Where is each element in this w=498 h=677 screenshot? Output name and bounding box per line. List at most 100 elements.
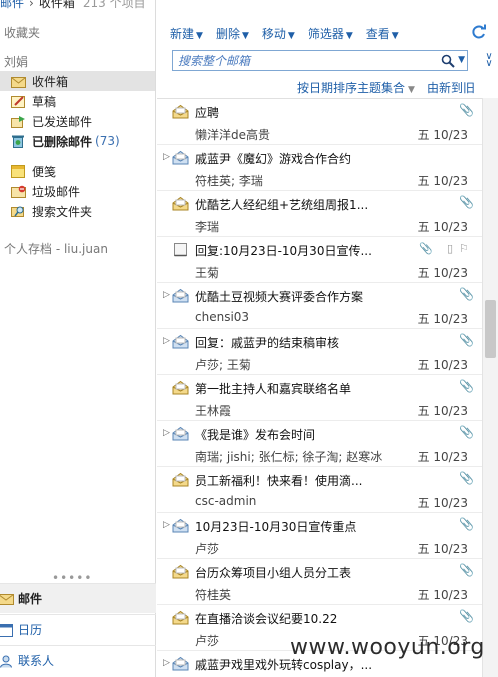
chevron-down-icon: ▼ <box>391 30 399 41</box>
search-icon[interactable] <box>441 54 455 68</box>
folder-junk[interactable]: 垃圾邮件 <box>0 181 155 201</box>
nav-label: 联系人 <box>18 654 55 668</box>
message-row[interactable]: ▷ 10月23日-10月30日宣传重点 📎 卢莎 五 10/23 <box>157 513 482 559</box>
search-input[interactable] <box>178 53 428 68</box>
folder-deleted[interactable]: 已删除邮件 (73) <box>0 131 155 151</box>
message-subject: 戚蓝尹《魔幻》游戏合作合约 <box>195 152 352 166</box>
sort-by-dropdown[interactable]: 按日期排序主题集合 ▼ <box>297 79 415 96</box>
message-row[interactable]: ▷ 《我是谁》发布会时间 📎 南瑞; jishi; 张仁标; 徐子淘; 赵寒冰 … <box>157 421 482 467</box>
folder-sent[interactable]: 已发送邮件 <box>0 111 155 131</box>
category-icon[interactable]: ▯ <box>447 242 453 255</box>
item-count: 213 个项目 <box>82 0 146 10</box>
mail-app: 邮件 › 收件箱 213 个项目 收藏夹 刘娟 收件箱 草稿 已发送邮件 已删除… <box>0 0 498 677</box>
flag-icon[interactable]: ⚐ <box>459 242 469 255</box>
message-date: 五 10/23 <box>417 496 468 510</box>
message-row[interactable]: 台历众筹项目小组人员分工表 📎 符桂英 五 10/23 <box>157 559 482 605</box>
message-row[interactable]: ▷ 回复：戚蓝尹的结束稿审核 📎 卢莎; 王菊 五 10/23 <box>157 329 482 375</box>
nav-mail[interactable]: 邮件 <box>0 583 156 613</box>
open-envelope-icon <box>172 564 189 579</box>
breadcrumb-current: 收件箱 <box>38 0 75 10</box>
chevron-down-icon: ▼ <box>287 30 295 41</box>
view-label: 查看 <box>365 26 390 41</box>
message-sender: 王林霞 <box>195 404 232 418</box>
view-button[interactable]: 查看 ▼ <box>366 25 399 42</box>
message-row[interactable]: 回复:10月23日-10月30日宣传... 📎 ▯ ⚐ 王菊 五 10/23 <box>157 237 482 283</box>
message-sender: 符桂英 <box>195 588 232 602</box>
chevron-down-icon: ▼ <box>408 85 415 95</box>
collapse-icon[interactable]: ∨ ∨ <box>483 52 495 69</box>
search-box: ▼ <box>172 50 468 71</box>
folder-label: 垃圾邮件 <box>32 184 81 199</box>
folder-inbox[interactable]: 收件箱 <box>0 71 155 91</box>
message-list-scrollbar[interactable] <box>482 98 498 677</box>
message-row[interactable]: ▷ 优酷土豆视频大赛评委合作方案 📎 chensi03 五 10/23 <box>157 283 482 329</box>
folder-notes[interactable]: 便笺 <box>0 161 155 181</box>
folder-drafts[interactable]: 草稿 <box>0 91 155 111</box>
delete-label: 删除 <box>215 26 240 41</box>
open-envelope-icon <box>172 196 189 211</box>
message-date: 五 10/23 <box>417 358 468 372</box>
move-button[interactable]: 移动 ▼ <box>262 25 295 42</box>
expand-thread-icon[interactable]: ▷ <box>163 520 170 530</box>
open-envelope-icon <box>172 518 189 533</box>
draft-document-icon <box>174 243 187 257</box>
expand-thread-icon[interactable]: ▷ <box>163 658 170 668</box>
expand-thread-icon[interactable]: ▷ <box>163 336 170 346</box>
nav-calendar[interactable]: 日历 <box>0 614 156 644</box>
new-label: 新建 <box>170 26 195 41</box>
chevron-down-icon: ▼ <box>196 30 203 41</box>
folder-search-folders[interactable]: 搜索文件夹 <box>0 201 155 221</box>
message-sender: 南瑞; jishi; 张仁标; 徐子淘; 赵寒冰 <box>195 450 383 464</box>
message-subject: 10月23日-10月30日宣传重点 <box>195 520 357 534</box>
open-envelope-icon <box>172 334 189 349</box>
sent-icon <box>10 114 26 128</box>
message-sender: 李瑞 <box>195 220 220 234</box>
nav-contacts[interactable]: 联系人 <box>0 645 156 675</box>
refresh-icon[interactable] <box>471 24 487 40</box>
message-subject: 在直播洽谈会议纪要10.22 <box>195 612 338 626</box>
favorites-heading[interactable]: 收藏夹 <box>4 24 40 41</box>
message-row[interactable]: 应聘 📎 懒洋洋de高贵 五 10/23 <box>157 99 482 145</box>
open-envelope-icon <box>172 104 189 119</box>
filter-button[interactable]: 筛选器 ▼ <box>308 25 353 42</box>
delete-button[interactable]: 删除 ▼ <box>216 25 249 42</box>
attachment-icon: 📎 <box>419 242 433 255</box>
message-subject: 优酷土豆视频大赛评委合作方案 <box>195 290 364 304</box>
message-date: 五 10/23 <box>417 266 468 280</box>
message-row[interactable]: 优酷艺人经纪组+艺统组周报1... 📎 李瑞 五 10/23 <box>157 191 482 237</box>
message-subject: 台历众筹项目小组人员分工表 <box>195 566 352 580</box>
open-envelope-icon <box>172 610 189 625</box>
new-button[interactable]: 新建 ▼ <box>170 25 203 42</box>
message-date: 五 10/23 <box>417 220 468 234</box>
archive-heading[interactable]: 个人存档 - liu.juan <box>4 240 108 257</box>
deleted-icon <box>10 134 26 148</box>
sort-order-toggle[interactable]: 由新到旧 <box>427 79 475 96</box>
breadcrumb-separator: › <box>29 0 34 10</box>
attachment-icon: 📎 <box>459 563 474 577</box>
attachment-icon: 📎 <box>459 471 474 485</box>
expand-thread-icon[interactable]: ▷ <box>163 290 170 300</box>
sort-bar: 按日期排序主题集合 ▼ 由新到旧 <box>157 79 482 97</box>
attachment-icon: 📎 <box>459 609 474 623</box>
expand-thread-icon[interactable]: ▷ <box>163 152 170 162</box>
message-subject: 回复：戚蓝尹的结束稿审核 <box>195 336 340 350</box>
message-date: 五 10/23 <box>417 542 468 556</box>
message-row[interactable]: 第一批主持人和嘉宾联络名单 📎 王林霞 五 10/23 <box>157 375 482 421</box>
message-row[interactable]: 员工新福利！快来看！使用滴... 📎 csc-admin 五 10/23 <box>157 467 482 513</box>
expand-thread-icon[interactable]: ▷ <box>163 428 170 438</box>
folder-label: 便笺 <box>32 164 57 179</box>
mail-icon <box>0 591 14 607</box>
message-row[interactable]: ▷ 戚蓝尹《魔幻》游戏合作合约 符桂英; 李瑞 五 10/23 <box>157 145 482 191</box>
search-options-chevron-icon[interactable]: ▼ <box>458 55 465 65</box>
open-envelope-icon <box>172 288 189 303</box>
account-heading[interactable]: 刘娟 <box>4 53 28 70</box>
breadcrumb-mail-link[interactable]: 邮件 <box>0 0 24 10</box>
message-date: 五 10/23 <box>417 450 468 464</box>
scrollbar-thumb[interactable] <box>485 300 496 358</box>
attachment-icon: 📎 <box>459 287 474 301</box>
notes-icon <box>10 164 26 178</box>
chevron-down-icon: ▼ <box>345 30 353 41</box>
left-navigation: 邮件 › 收件箱 213 个项目 收藏夹 刘娟 收件箱 草稿 已发送邮件 已删除… <box>0 0 156 677</box>
contacts-icon <box>0 653 14 669</box>
message-date: 五 10/23 <box>417 404 468 418</box>
